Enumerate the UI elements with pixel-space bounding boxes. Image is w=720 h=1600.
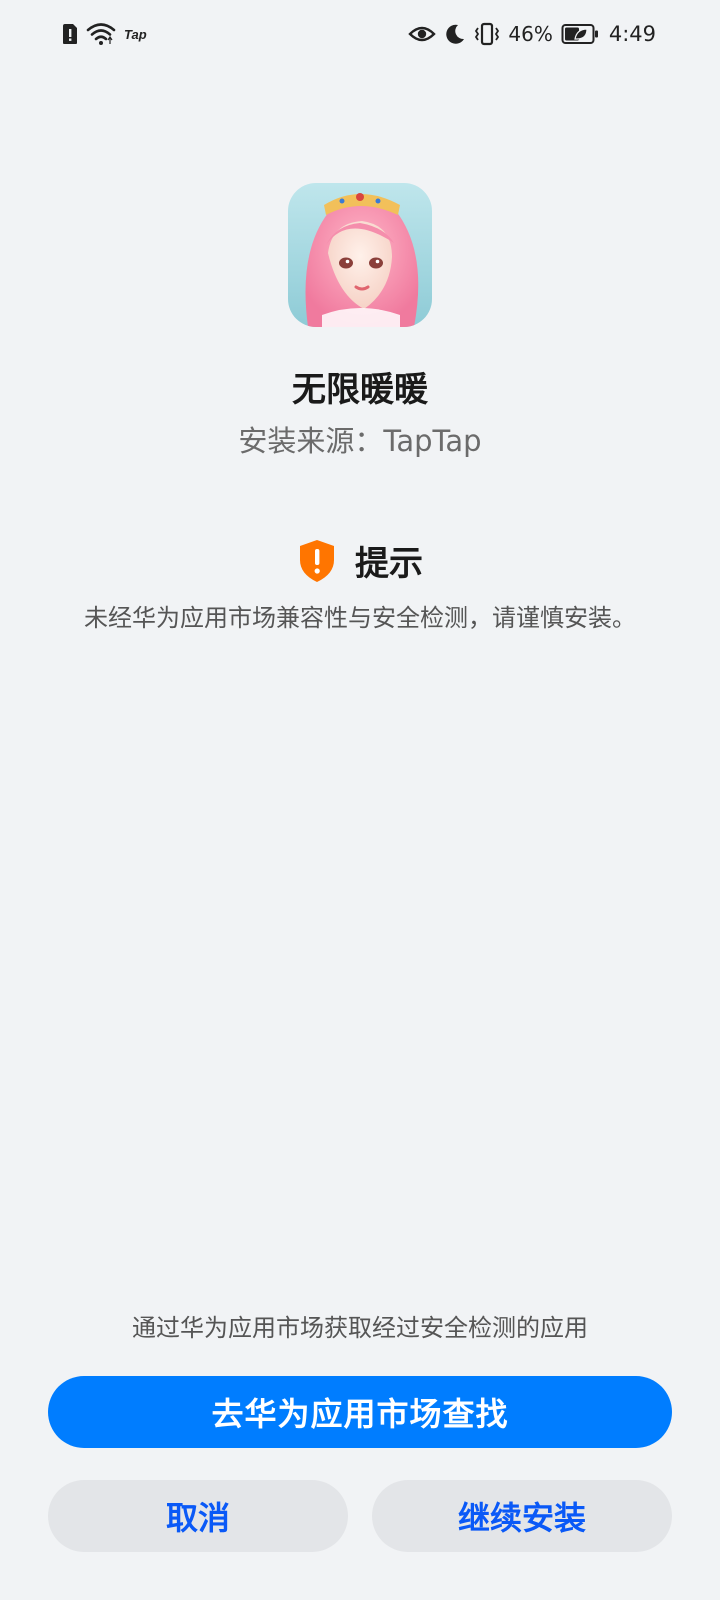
status-bar: Tap 46% 4:49	[0, 0, 720, 72]
warning-message: 未经华为应用市场兼容性与安全检测，请谨慎安装。	[84, 604, 636, 632]
cancel-button[interactable]: 取消	[48, 1480, 348, 1552]
warning-header: 提示	[0, 536, 720, 585]
open-app-market-button[interactable]: 去华为应用市场查找	[48, 1376, 672, 1448]
app-icon-artwork	[288, 183, 432, 327]
app-icon	[288, 183, 432, 327]
market-hint: 通过华为应用市场获取经过安全检测的应用	[132, 1314, 588, 1342]
app-name: 无限暖暖	[292, 370, 428, 410]
vibrate-icon	[474, 22, 500, 46]
battery-percent: 46%	[508, 22, 553, 46]
continue-install-button[interactable]: 继续安装	[372, 1480, 672, 1552]
do-not-disturb-moon-icon	[444, 23, 466, 45]
wifi-icon	[86, 22, 116, 46]
taptap-notification-icon: Tap	[124, 26, 147, 42]
status-bar-right: 46% 4:49	[408, 22, 656, 46]
sim-alert-icon	[62, 23, 78, 45]
shield-exclamation-icon	[297, 538, 337, 584]
warning-title: 提示	[355, 544, 423, 584]
status-bar-left: Tap	[62, 22, 147, 46]
battery-saver-icon	[561, 23, 599, 45]
clock: 4:49	[608, 22, 656, 46]
eye-comfort-icon	[408, 24, 437, 44]
install-source: 安装来源：TapTap	[238, 424, 482, 458]
